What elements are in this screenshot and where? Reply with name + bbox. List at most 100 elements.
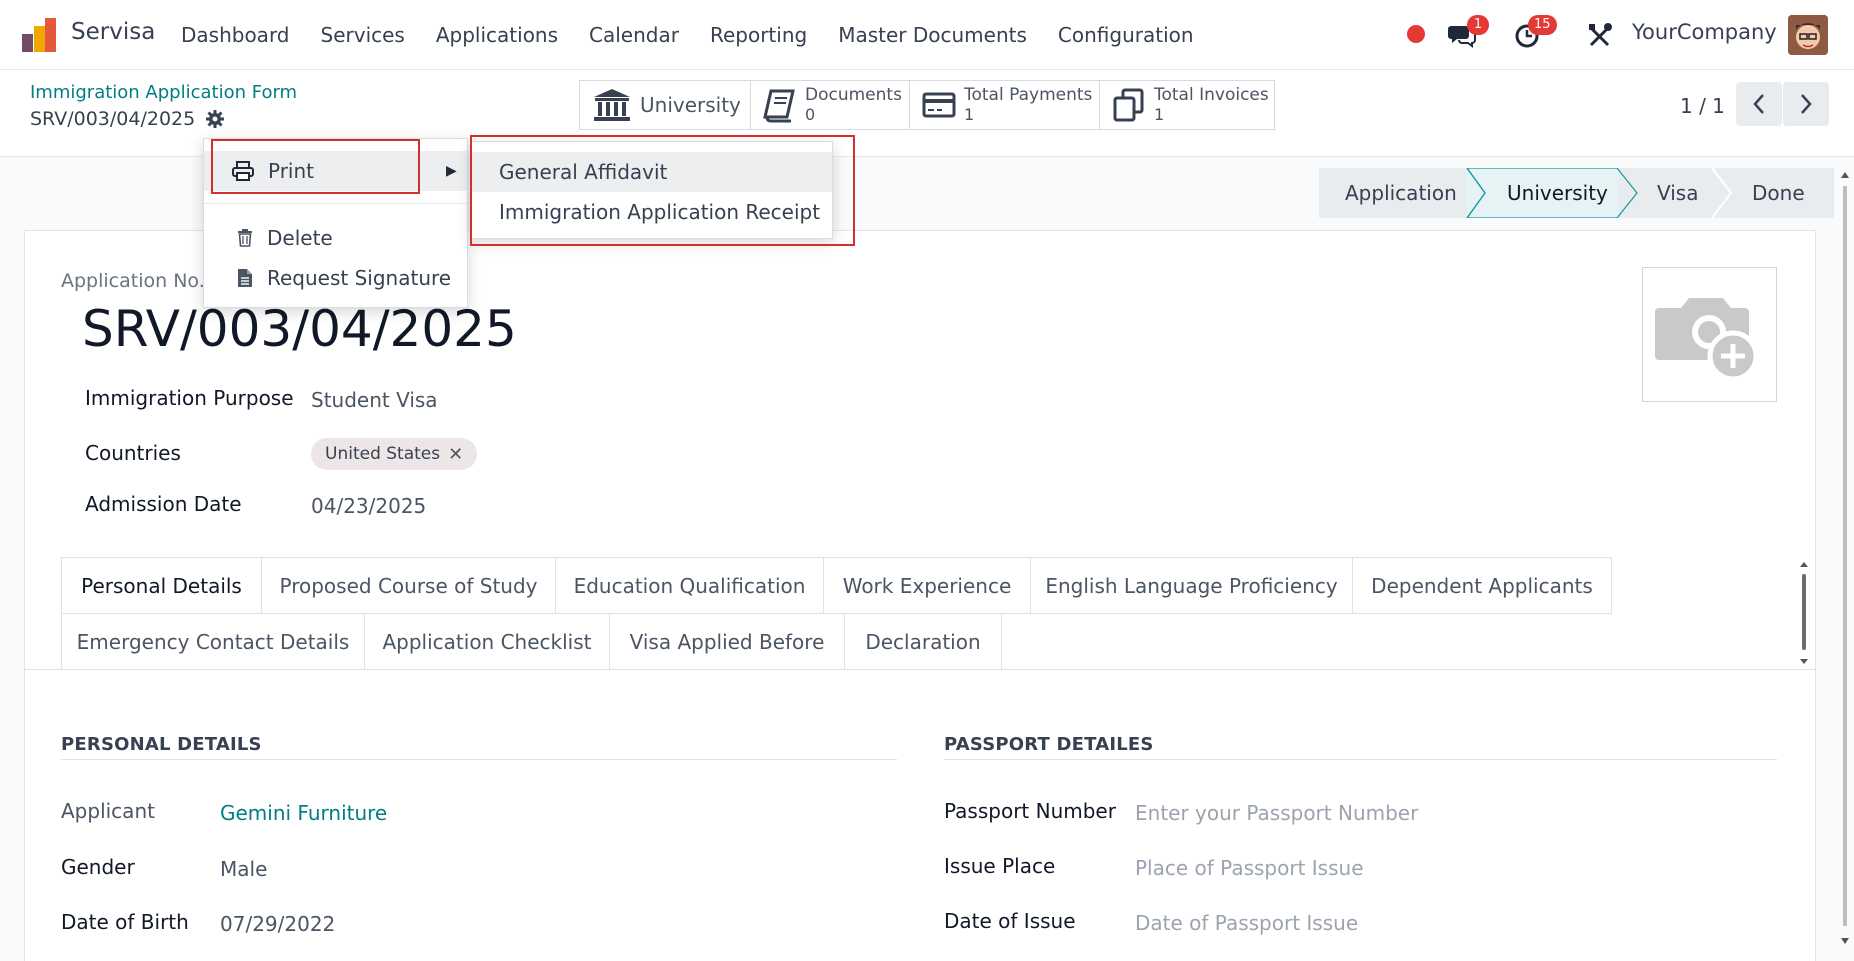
- passport-number-label: Passport Number: [944, 799, 1116, 823]
- app-logo-icon[interactable]: [22, 18, 56, 52]
- submenu-highlight-box: [470, 135, 855, 246]
- caret-right-icon: ▶: [446, 163, 457, 179]
- chevron-right-icon: [1801, 94, 1812, 114]
- photo-upload[interactable]: [1642, 267, 1777, 402]
- tab-emergency-contact[interactable]: Emergency Contact Details: [61, 613, 365, 670]
- personal-details-heading: PERSONAL DETAILS: [61, 734, 262, 755]
- dob-label: Date of Birth: [61, 910, 189, 934]
- menu-applications[interactable]: Applications: [436, 23, 558, 47]
- tab-visa-applied-before-label: Visa Applied Before: [629, 629, 825, 654]
- tab-dependent-applicants[interactable]: Dependent Applicants: [1352, 557, 1612, 614]
- company-switcher[interactable]: YourCompany: [1632, 20, 1777, 44]
- delete-label: Delete: [267, 226, 333, 250]
- university-label: University: [640, 93, 741, 117]
- debug-tools-icon[interactable]: [1586, 20, 1616, 50]
- delete-menu-item[interactable]: Delete: [204, 218, 467, 258]
- total-payments-count: 1: [964, 105, 975, 124]
- recording-indicator-icon[interactable]: [1407, 25, 1425, 43]
- tab-education-qualification-label: Education Qualification: [573, 573, 806, 598]
- passport-details-divider: [944, 759, 1777, 760]
- tab-personal-details-label: Personal Details: [81, 573, 242, 598]
- tab-emergency-contact-label: Emergency Contact Details: [76, 629, 350, 654]
- tab-declaration-label: Declaration: [865, 629, 981, 654]
- tab-education-qualification[interactable]: Education Qualification: [555, 557, 824, 614]
- menu-reporting[interactable]: Reporting: [710, 23, 807, 47]
- breadcrumb-parent-link[interactable]: Immigration Application Form: [30, 82, 297, 103]
- invoices-copy-icon: [1113, 88, 1144, 122]
- tab-work-experience[interactable]: Work Experience: [823, 557, 1031, 614]
- app-name[interactable]: Servisa: [71, 19, 155, 45]
- menu-master-documents[interactable]: Master Documents: [838, 23, 1027, 47]
- gender-label: Gender: [61, 855, 135, 879]
- total-invoices-smart-button[interactable]: Total Invoices 1: [1099, 80, 1275, 130]
- issue-place-label: Issue Place: [944, 854, 1056, 878]
- inner-scrollbar[interactable]: [1798, 558, 1810, 668]
- pager-next-button[interactable]: [1783, 82, 1829, 126]
- messages-badge: 1: [1467, 15, 1489, 35]
- request-signature-label: Request Signature: [267, 266, 452, 290]
- tab-proposed-course[interactable]: Proposed Course of Study: [261, 557, 556, 614]
- application-no-value[interactable]: SRV/003/04/2025: [82, 300, 517, 358]
- menu-services[interactable]: Services: [321, 23, 405, 47]
- menu-calendar[interactable]: Calendar: [589, 23, 679, 47]
- university-smart-button[interactable]: University: [579, 80, 751, 130]
- gender-value[interactable]: Male: [220, 857, 267, 881]
- total-payments-label: Total Payments: [964, 85, 1093, 105]
- page-scrollbar[interactable]: [1841, 160, 1849, 950]
- breadcrumb-record: SRV/003/04/2025: [30, 108, 196, 130]
- tab-proposed-course-label: Proposed Course of Study: [279, 573, 538, 598]
- tab-personal-details[interactable]: Personal Details: [61, 557, 262, 614]
- country-tag: United States ✕: [311, 438, 478, 470]
- tab-declaration[interactable]: Declaration: [844, 613, 1002, 670]
- user-avatar-icon: [1788, 15, 1828, 55]
- documents-smart-button[interactable]: Documents 0: [750, 80, 910, 130]
- gear-icon[interactable]: [204, 108, 226, 130]
- trash-icon: [238, 229, 252, 247]
- main-menu: Dashboard Services Applications Calendar…: [181, 0, 1225, 70]
- tabs-divider: [24, 669, 1816, 670]
- countries-label: Countries: [85, 441, 181, 465]
- top-navbar: Servisa Dashboard Services Applications …: [0, 0, 1854, 70]
- admission-date-label: Admission Date: [85, 492, 242, 516]
- total-invoices-count: 1: [1154, 105, 1165, 124]
- file-text-icon: [238, 269, 252, 287]
- camera-plus-icon: [1655, 298, 1759, 382]
- immigration-purpose-label: Immigration Purpose: [85, 386, 294, 410]
- admission-date-value[interactable]: 04/23/2025: [311, 494, 426, 518]
- status-arrows: [1466, 168, 1733, 218]
- credit-card-icon: [922, 92, 956, 118]
- print-highlight-box: [211, 139, 420, 194]
- applicant-link[interactable]: Gemini Furniture: [220, 801, 387, 825]
- tab-work-experience-label: Work Experience: [842, 573, 1012, 598]
- pager-value[interactable]: 1 / 1: [1680, 94, 1725, 118]
- tab-english-proficiency[interactable]: English Language Proficiency: [1030, 557, 1353, 614]
- total-payments-smart-button[interactable]: Total Payments 1: [909, 80, 1100, 130]
- tab-application-checklist[interactable]: Application Checklist: [364, 613, 610, 670]
- personal-details-divider: [61, 759, 897, 760]
- country-tag-label: United States: [325, 444, 441, 464]
- menu-configuration[interactable]: Configuration: [1058, 23, 1194, 47]
- university-building-icon: [594, 89, 630, 121]
- tab-application-checklist-label: Application Checklist: [382, 629, 592, 654]
- tab-dependent-applicants-label: Dependent Applicants: [1371, 573, 1593, 598]
- issue-place-input[interactable]: Place of Passport Issue: [1135, 856, 1364, 880]
- total-invoices-label: Total Invoices: [1154, 85, 1269, 105]
- immigration-purpose-value[interactable]: Student Visa: [311, 388, 438, 412]
- documents-count: 0: [805, 105, 816, 124]
- book-icon: [763, 89, 795, 123]
- remove-tag-icon[interactable]: ✕: [448, 444, 463, 465]
- user-avatar[interactable]: [1788, 15, 1828, 55]
- applicant-label: Applicant: [61, 799, 155, 823]
- request-signature-menu-item[interactable]: Request Signature: [204, 258, 467, 298]
- application-no-label: Application No.: [61, 270, 205, 292]
- passport-details-heading: PASSPORT DETAILES: [944, 734, 1154, 755]
- menu-divider: [204, 203, 467, 204]
- dob-value[interactable]: 07/29/2022: [220, 912, 335, 936]
- pager-previous-button[interactable]: [1736, 82, 1782, 126]
- tab-english-proficiency-label: English Language Proficiency: [1045, 573, 1338, 598]
- issue-date-input[interactable]: Date of Passport Issue: [1135, 911, 1358, 935]
- menu-dashboard[interactable]: Dashboard: [181, 23, 290, 47]
- passport-number-input[interactable]: Enter your Passport Number: [1135, 801, 1418, 825]
- tab-visa-applied-before[interactable]: Visa Applied Before: [609, 613, 845, 670]
- issue-date-label: Date of Issue: [944, 909, 1076, 933]
